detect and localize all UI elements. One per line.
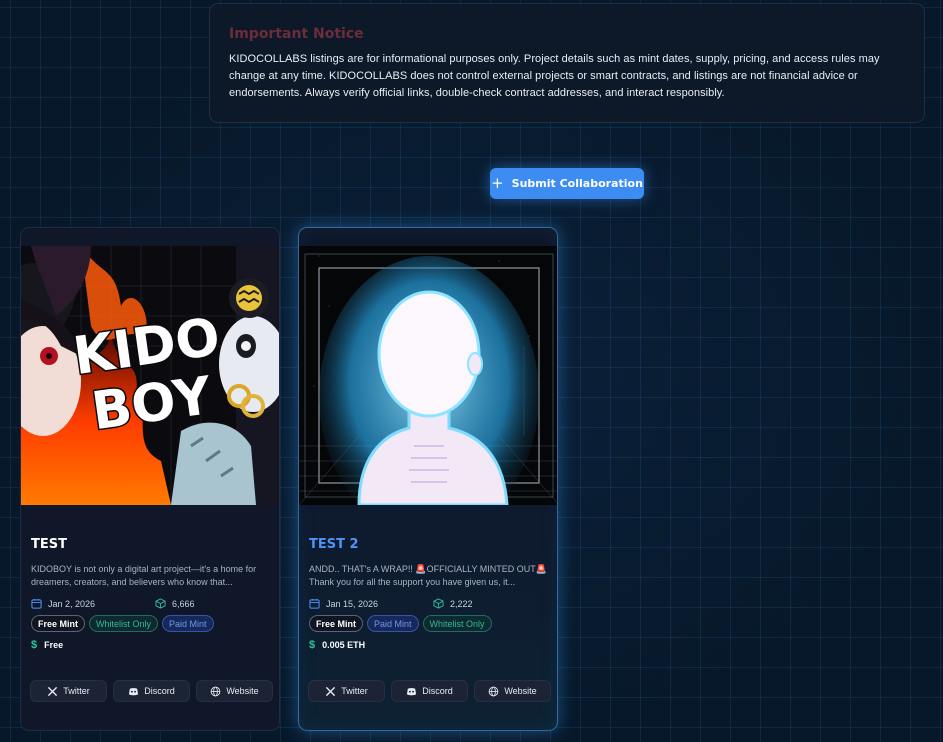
plus-icon: +	[491, 174, 504, 192]
calendar-icon	[309, 598, 320, 609]
twitter-label: Twitter	[63, 686, 90, 696]
twitter-button[interactable]: Twitter	[30, 680, 107, 702]
supply: 2,222	[433, 598, 473, 609]
card-image: KIDO BOY	[21, 246, 279, 505]
x-twitter-icon	[48, 686, 58, 696]
mint-date: Jan 15, 2026	[309, 598, 378, 609]
collab-card[interactable]: TEST 2 ANDD.. THAT's A WRAP!! 🚨OFFICIALL…	[298, 227, 558, 731]
price-value: 0.005 ETH	[322, 640, 366, 650]
discord-icon	[407, 687, 417, 695]
cube-icon	[155, 598, 166, 609]
notice-body: KIDOCOLLABS listings are for information…	[229, 53, 880, 99]
dollar-icon: $	[309, 639, 316, 651]
website-button[interactable]: Website	[474, 680, 551, 702]
mint-date-value: Jan 2, 2026	[48, 598, 96, 609]
discord-button[interactable]: Discord	[113, 680, 190, 702]
tag-free-mint: Free Mint	[31, 615, 86, 632]
discord-icon	[129, 687, 139, 695]
website-button[interactable]: Website	[196, 680, 273, 702]
discord-button[interactable]: Discord	[391, 680, 468, 702]
globe-icon	[488, 686, 499, 696]
discord-label: Discord	[422, 686, 453, 696]
price-value: Free	[44, 640, 64, 650]
mint-tags: Free Mint Whitelist Only Paid Mint	[31, 615, 214, 632]
tag-paid-mint: Paid Mint	[367, 615, 419, 632]
tag-paid-mint: Paid Mint	[162, 615, 214, 632]
x-twitter-icon	[326, 686, 336, 696]
card-title: TEST	[31, 537, 67, 552]
supply: 6,666	[155, 598, 195, 609]
card-title: TEST 2	[309, 537, 359, 552]
card-description: KIDOBOY is not only a digital art projec…	[31, 564, 257, 587]
cube-icon	[433, 598, 444, 609]
mint-date: Jan 2, 2026	[31, 598, 95, 609]
tag-whitelist-only: Whitelist Only	[89, 615, 159, 632]
tag-free-mint: Free Mint	[309, 615, 364, 632]
supply-value: 6,666	[172, 598, 195, 609]
globe-icon	[210, 686, 221, 696]
mint-tags: Free Mint Paid Mint Whitelist Only	[309, 615, 492, 632]
card-description-line-2: Thank you for all the support you have g…	[309, 577, 516, 587]
twitter-button[interactable]: Twitter	[308, 680, 385, 702]
social-links: Twitter Discord Website	[30, 680, 273, 702]
important-notice: Important Notice KIDOCOLLABS listings ar…	[209, 3, 925, 123]
website-label: Website	[226, 686, 259, 696]
dollar-icon: $	[31, 639, 38, 651]
mint-date-value: Jan 15, 2026	[326, 598, 379, 609]
twitter-label: Twitter	[341, 686, 368, 696]
collab-card[interactable]: KIDO BOY TEST KIDOBOY is not only a digi…	[20, 227, 280, 731]
price: $ 0.005 ETH	[309, 639, 365, 651]
calendar-icon	[31, 598, 42, 609]
website-label: Website	[504, 686, 537, 696]
price: $ Free	[31, 639, 63, 651]
supply-value: 2,222	[450, 598, 473, 609]
social-links: Twitter Discord Website	[308, 680, 551, 702]
submit-collaboration-button[interactable]: + Submit Collaboration	[490, 168, 644, 199]
card-description: ANDD.. THAT's A WRAP!! 🚨OFFICIALLY MINTE…	[309, 563, 553, 589]
submit-label: Submit Collaboration	[511, 177, 643, 190]
tag-whitelist-only: Whitelist Only	[422, 615, 492, 632]
discord-label: Discord	[144, 686, 175, 696]
notice-title: Important Notice	[229, 26, 364, 42]
card-description-line-1: ANDD.. THAT's A WRAP!! 🚨OFFICIALLY MINTE…	[309, 564, 547, 574]
card-image	[299, 246, 557, 505]
